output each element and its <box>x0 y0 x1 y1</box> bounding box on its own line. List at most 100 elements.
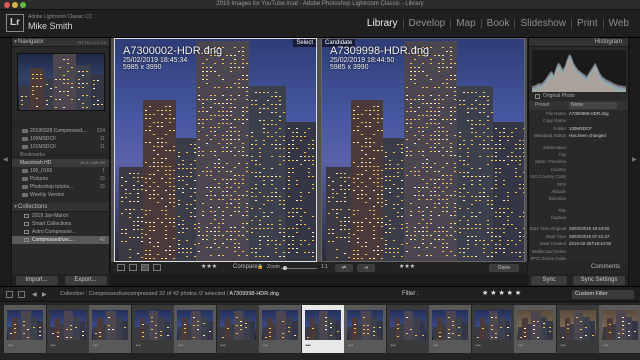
metadata-row[interactable]: Title <box>529 207 628 214</box>
module-book[interactable]: Book <box>482 18 515 29</box>
metadata-row[interactable]: ISO Country Code <box>529 173 628 180</box>
folder-row[interactable]: 20190328 Compressed... 234 <box>12 127 109 135</box>
metadata-key: State / Province <box>535 159 566 165</box>
metadata-row[interactable]: Metadata Status Has been changed <box>529 132 628 139</box>
secondary-display-icon[interactable] <box>6 291 13 298</box>
module-web[interactable]: Web <box>604 18 634 29</box>
navigator-zoom-options[interactable]: FIT FILL 1:1 3:1 <box>78 38 106 47</box>
done-button[interactable]: Done <box>489 264 519 272</box>
rating-filter-stars[interactable]: ★ ★ ★ ★ ★ <box>482 289 521 297</box>
filmstrip-thumbnail[interactable]: ••• <box>174 305 216 353</box>
metadata-row[interactable]: Date Time Original 25/02/2019 18:44:50 <box>529 225 628 232</box>
module-library[interactable]: Library <box>362 18 403 29</box>
module-develop[interactable]: Develop <box>404 18 451 29</box>
metadata-preset-select[interactable]: None <box>569 102 617 109</box>
metadata-row[interactable]: Caption <box>529 214 628 221</box>
select-rating-stars[interactable]: ★★★ <box>201 263 217 270</box>
histogram[interactable]: ISO 100 <box>531 50 626 92</box>
metadata-row[interactable]: State / Province <box>529 158 628 165</box>
zoom-slider-knob[interactable] <box>283 266 287 270</box>
metadata-row[interactable]: Copy Name <box>529 117 628 124</box>
survey-view-icon[interactable] <box>153 264 161 271</box>
metadata-row[interactable]: Folder 100MSDCF <box>529 125 628 132</box>
filmstrip-thumbnail[interactable]: ••• <box>216 305 259 353</box>
folder-row[interactable]: 100_0165 1 <box>12 167 109 175</box>
export-button[interactable]: Export... <box>64 275 107 285</box>
metadata-row[interactable]: Country <box>529 166 628 173</box>
metadata-key: Direction <box>548 196 566 202</box>
loupe-view-icon[interactable] <box>129 264 137 271</box>
filmstrip-thumbnail[interactable]: ••• <box>46 305 89 353</box>
navigator-preview[interactable] <box>16 53 105 111</box>
filmstrip-thumbnail[interactable]: ••• <box>514 305 556 353</box>
filmstrip-source-path[interactable]: Collection : Compressed/uncompressed 32 … <box>60 291 279 297</box>
filmstrip-thumbnail[interactable]: ••• <box>471 305 514 353</box>
metadata-row[interactable]: Date Created 2019-02-25T18:44:50 <box>529 240 628 247</box>
filmstrip-thumbnail[interactable]: ••• <box>131 305 174 353</box>
navigator-header[interactable]: ▼ Navigator FIT FILL 1:1 3:1 <box>12 38 109 47</box>
collections-header[interactable]: ▼ Collections <box>12 203 109 212</box>
left-panel-collapse-strip[interactable]: ◀ <box>0 38 12 286</box>
collapse-left-icon: ◀ <box>3 157 8 163</box>
filmstrip-thumbnail[interactable]: ••• <box>301 305 344 353</box>
folder-row[interactable]: 100MSDCF 11 <box>12 135 109 143</box>
bookmarks-header[interactable]: Bookmarks <box>12 151 109 159</box>
building <box>540 316 548 340</box>
grid-view-icon[interactable] <box>117 264 125 271</box>
swap-button[interactable]: ⇄ <box>335 264 353 272</box>
candidate-rating-stars[interactable]: ★★★ <box>399 263 415 270</box>
back-arrow-icon[interactable]: ◀ <box>32 291 39 298</box>
sync-button[interactable]: Sync <box>531 275 567 285</box>
lock-icon[interactable]: 🔒 <box>257 264 263 270</box>
module-map[interactable]: Map <box>451 18 480 29</box>
metadata-row[interactable]: Altitude <box>529 188 628 195</box>
thumbnail-rating-dots: ••• <box>305 343 311 349</box>
filmstrip-thumbnail[interactable]: ••• <box>429 305 471 353</box>
candidate-pane[interactable]: Candidate A7309998-HDR.dng 25/02/2019 18… <box>321 38 525 262</box>
metadata-row[interactable]: Date Time 28/03/2019 07:42:47 <box>529 233 628 240</box>
metadata-row[interactable]: Sublocation <box>529 144 628 151</box>
filmstrip-thumbnail[interactable]: ••• <box>556 305 599 353</box>
import-button[interactable]: Import... <box>15 275 58 285</box>
metadata-row[interactable]: City <box>529 151 628 158</box>
right-panel-collapse-strip[interactable]: ▶ <box>628 38 640 286</box>
metadata-row[interactable]: Direction <box>529 195 628 202</box>
original-photo-toggle[interactable]: Original Photo <box>529 92 628 101</box>
custom-filter-select[interactable]: Custom Filter <box>572 290 634 299</box>
comments-panel-header[interactable]: Comments <box>528 262 628 274</box>
thumbnail-rating-dots: ••• <box>8 343 14 349</box>
compare-view-icon[interactable] <box>141 264 149 271</box>
collection-row[interactable]: 2019 Jan-March <box>12 212 109 220</box>
metadata-row[interactable]: File Name A7309998-HDR.dng <box>529 110 628 117</box>
folder-row[interactable]: 101MSDCF 11 <box>12 143 109 151</box>
metadata-row[interactable]: Intellectual Genre <box>529 248 628 255</box>
building <box>488 310 499 340</box>
filmstrip-thumbnail[interactable]: ••• <box>344 305 386 353</box>
collection-row[interactable]: Smart Collections <box>12 220 109 228</box>
module-slideshow[interactable]: Slideshow <box>515 18 571 29</box>
filmstrip-thumbnail[interactable]: ••• <box>599 305 640 353</box>
folder-row[interactable]: Pictures 15 <box>12 175 109 183</box>
filmstrip-thumbnail[interactable]: ••• <box>89 305 131 353</box>
histogram-header[interactable]: Histogram <box>529 38 628 47</box>
filmstrip-thumbnail[interactable]: ••• <box>386 305 429 353</box>
sync-settings-button[interactable]: Sync Settings <box>573 275 625 285</box>
right-panel: Histogram ISO 100 Original Photo Preset … <box>528 38 628 274</box>
volume-row[interactable]: Macintosh HD 82.9 / 465 GB <box>12 159 109 167</box>
collection-row[interactable]: Astro Compressio... <box>12 228 109 236</box>
building <box>583 316 590 340</box>
folders-subheader <box>12 119 109 127</box>
grid-icon[interactable] <box>18 291 25 298</box>
module-print[interactable]: Print <box>572 18 603 29</box>
folder-row[interactable]: Weekly Version <box>12 191 109 199</box>
collection-row-selected[interactable]: Compressed/unc... 42 <box>12 236 109 244</box>
checkbox-icon <box>535 94 540 99</box>
select-pane[interactable]: Select A7300002-HDR.dng 25/02/2019 18:45… <box>114 38 317 262</box>
filmstrip-thumbnail[interactable]: ••• <box>4 305 46 353</box>
folder-row[interactable]: Photoshop tutoria... 15 <box>12 183 109 191</box>
metadata-row[interactable]: GPS <box>529 181 628 188</box>
forward-arrow-icon[interactable]: ▶ <box>42 291 49 298</box>
thumbnail-rating-dots: ••• <box>560 343 566 349</box>
filmstrip-thumbnail[interactable]: ••• <box>259 305 301 353</box>
make-select-button[interactable]: ⇥ <box>357 264 375 272</box>
